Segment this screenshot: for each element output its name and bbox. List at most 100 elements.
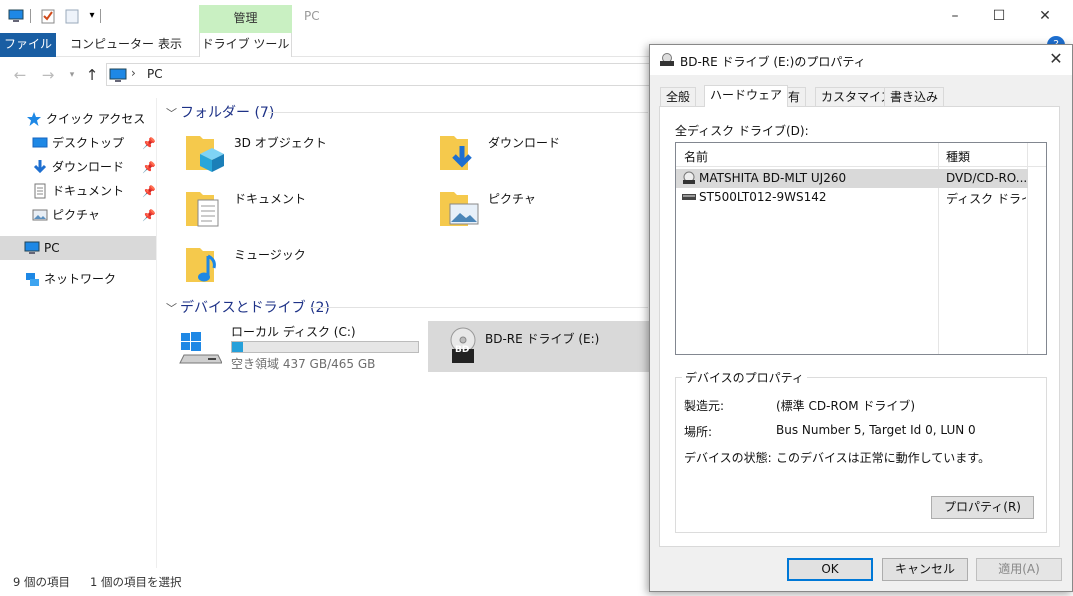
optical-drive-icon xyxy=(683,171,695,184)
group-divider xyxy=(310,307,648,308)
folder-3d-objects[interactable]: 3D オブジェクト xyxy=(184,130,424,180)
drive-label: ローカル ディスク (C:) xyxy=(231,325,356,339)
pin-icon[interactable]: 📌 xyxy=(142,185,156,198)
star-icon xyxy=(27,112,41,126)
chevron-down-icon: ﹀ xyxy=(166,302,177,315)
breadcrumb-chevron-icon[interactable]: › xyxy=(131,66,136,80)
drive-local-c[interactable]: ローカル ディスク (C:) 空き領域 437 GB/465 GB xyxy=(178,323,422,373)
new-folder-icon[interactable] xyxy=(64,8,80,24)
back-arrow-icon[interactable]: ← xyxy=(10,65,30,85)
close-button[interactable]: ✕ xyxy=(1022,4,1068,30)
tab-view[interactable]: 表示 xyxy=(158,33,182,57)
all-drives-label: 全ディスク ドライブ(D): xyxy=(675,124,809,138)
folder-label: ピクチャ xyxy=(488,192,536,206)
row-device-type: DVD/CD-RO... xyxy=(946,171,1026,185)
nav-label: ネットワーク xyxy=(44,272,117,286)
pin-icon[interactable]: 📌 xyxy=(142,209,156,222)
window-title: PC xyxy=(304,9,320,23)
status-item-count: 9 個の項目 xyxy=(13,575,70,589)
windows-drive-icon xyxy=(179,332,222,364)
qat-dropdown-icon[interactable]: ▾ xyxy=(84,8,100,24)
group-title: フォルダー (7) xyxy=(180,105,275,121)
nav-label: クイック アクセス xyxy=(46,112,146,126)
folder-downloads[interactable]: ダウンロード xyxy=(438,130,678,180)
music-folder-icon xyxy=(186,248,216,282)
tab-computer[interactable]: コンピューター xyxy=(70,33,154,57)
row-device-name: MATSHITA BD-MLT UJ260 xyxy=(699,171,847,185)
3d-objects-folder-icon xyxy=(186,136,224,172)
tab-hardware[interactable]: ハードウェア xyxy=(704,85,789,107)
address-bar[interactable]: › PC xyxy=(106,63,666,86)
column-header-name[interactable]: 名前 xyxy=(684,148,708,165)
recent-locations-icon[interactable]: ▾ xyxy=(62,65,82,85)
manufacturer-label: 製造元: xyxy=(684,399,725,413)
table-row[interactable]: ST500LT012-9WS142 ディスク ドライブ xyxy=(676,188,1028,207)
device-status-value: このデバイスは正常に動作しています。 xyxy=(776,451,991,465)
pc-icon[interactable] xyxy=(8,8,24,24)
nav-label: デスクトップ xyxy=(52,136,125,150)
desktop-icon xyxy=(32,137,48,148)
nav-label: PC xyxy=(44,241,60,255)
dialog-title-bar: BD-RE ドライブ (E:)のプロパティ ✕ xyxy=(650,45,1072,75)
breadcrumb-pc[interactable]: PC xyxy=(147,67,163,81)
tab-drive-tools[interactable]: ドライブ ツール xyxy=(199,33,292,57)
network-icon xyxy=(26,273,39,286)
folders-group-header[interactable]: ﹀ フォルダー (7) xyxy=(166,102,274,122)
apply-button[interactable]: 適用(A) xyxy=(976,558,1062,581)
title-bar: ▾ 管理 PC – ☐ ✕ xyxy=(0,0,1073,33)
forward-arrow-icon[interactable]: → xyxy=(38,65,58,85)
drive-list[interactable]: 名前 種類 MATSHITA BD-MLT UJ260 DVD/CD-RO...… xyxy=(675,142,1047,355)
folder-documents[interactable]: ドキュメント xyxy=(184,186,424,236)
properties-check-icon[interactable] xyxy=(40,8,56,24)
tab-recording[interactable]: 書き込み xyxy=(884,87,945,107)
manufacturer-value: (標準 CD-ROM ドライブ) xyxy=(776,399,916,413)
up-arrow-icon[interactable]: ↑ xyxy=(82,65,102,85)
ok-button[interactable]: OK xyxy=(787,558,873,581)
pin-icon[interactable]: 📌 xyxy=(142,137,156,150)
device-properties-button[interactable]: プロパティ(R) xyxy=(931,496,1034,519)
bd-badge: BD xyxy=(455,345,470,355)
devices-group-header[interactable]: ﹀ デバイスとドライブ (2) xyxy=(166,297,330,317)
chevron-down-icon: ﹀ xyxy=(166,107,177,120)
table-row[interactable]: MATSHITA BD-MLT UJ260 DVD/CD-RO... xyxy=(676,169,1028,188)
tab-file[interactable]: ファイル xyxy=(0,33,56,57)
column-header-type[interactable]: 種類 xyxy=(946,148,970,165)
location-value: Bus Number 5, Target Id 0, LUN 0 xyxy=(776,423,976,437)
maximize-button[interactable]: ☐ xyxy=(976,4,1022,30)
documents-folder-icon xyxy=(186,192,219,227)
drive-label: BD-RE ドライブ (E:) xyxy=(485,332,600,346)
list-header: 名前 種類 xyxy=(676,143,1046,167)
row-device-name: ST500LT012-9WS142 xyxy=(699,190,827,204)
pc-icon xyxy=(24,241,40,254)
folder-label: ドキュメント xyxy=(234,192,307,206)
qat-separator xyxy=(100,9,101,23)
drive-usage-bar xyxy=(231,341,419,353)
group-divider xyxy=(268,112,648,113)
drive-bd-re-e[interactable]: BD BD-RE ドライブ (E:) xyxy=(428,321,650,372)
minimize-button[interactable]: – xyxy=(932,4,978,30)
drive-icon xyxy=(660,53,674,66)
nav-label: ダウンロード xyxy=(52,160,125,174)
group-title: デバイスとドライブ (2) xyxy=(180,300,330,316)
properties-dialog: BD-RE ドライブ (E:)のプロパティ ✕ 全般 ハードウェア 共有 カスタ… xyxy=(649,44,1073,592)
drive-free-space: 空き領域 437 GB/465 GB xyxy=(231,357,376,371)
cancel-button[interactable]: キャンセル xyxy=(882,558,968,581)
pin-icon[interactable]: 📌 xyxy=(142,161,156,174)
nav-label: ピクチャ xyxy=(52,208,100,222)
folder-label: ミュージック xyxy=(234,248,306,262)
folder-pictures[interactable]: ピクチャ xyxy=(438,186,678,236)
hardware-tab-panel: 全ディスク ドライブ(D): 名前 種類 MATSHITA BD-MLT UJ2… xyxy=(659,106,1060,547)
dialog-tabs: 全般 ハードウェア 共有 カスタマイズ 書き込み xyxy=(660,85,1060,107)
status-selected-count: 1 個の項目を選択 xyxy=(90,575,182,589)
dialog-title: BD-RE ドライブ (E:)のプロパティ xyxy=(680,55,866,69)
picture-icon xyxy=(32,209,48,221)
device-properties-group: デバイスのプロパティ 製造元: (標準 CD-ROM ドライブ) 場所: Bus… xyxy=(675,369,1047,533)
row-device-type: ディスク ドライブ xyxy=(946,192,1026,206)
tab-general[interactable]: 全般 xyxy=(660,87,697,107)
drive-usage-fill xyxy=(232,342,243,352)
folder-music[interactable]: ミュージック xyxy=(184,242,424,292)
downloads-folder-icon xyxy=(440,136,472,170)
ribbon-context-group: 管理 xyxy=(199,5,292,33)
qat-separator xyxy=(30,9,31,23)
dialog-close-button[interactable]: ✕ xyxy=(1046,49,1066,69)
